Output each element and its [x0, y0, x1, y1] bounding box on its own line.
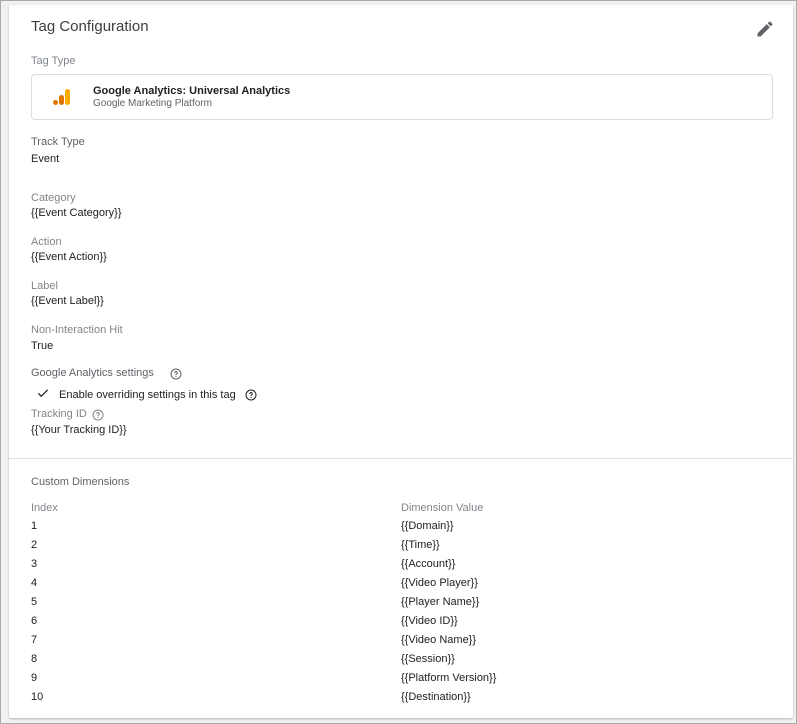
- help-circle-icon[interactable]: [170, 368, 182, 380]
- dimension-index: 5: [31, 596, 38, 608]
- dimension-value: {{Session}}: [401, 653, 455, 665]
- section-divider: [9, 458, 793, 459]
- ga-settings-label: Google Analytics settings: [31, 367, 154, 379]
- dimension-index: 4: [31, 577, 38, 589]
- tag-type-label: Tag Type: [31, 55, 76, 67]
- dimension-value: {{Video ID}}: [401, 615, 458, 627]
- track-type-label: Track Type: [31, 136, 85, 148]
- dimension-index: 7: [31, 634, 38, 646]
- category-label: Category: [31, 192, 76, 204]
- tracking-id-label: Tracking ID: [31, 408, 87, 420]
- tag-configuration-card: Tag Configuration Tag Type Google Analyt…: [9, 5, 793, 718]
- action-label: Action: [31, 236, 62, 248]
- tag-type-selector[interactable]: Google Analytics: Universal Analytics Go…: [31, 74, 773, 120]
- track-type-value: Event: [31, 153, 60, 165]
- non-interaction-label: Non-Interaction Hit: [31, 324, 123, 336]
- help-circle-icon[interactable]: [245, 389, 257, 401]
- google-analytics-icon: [53, 89, 70, 105]
- label-label: Label: [31, 280, 58, 292]
- window-frame: Tag Configuration Tag Type Google Analyt…: [0, 0, 797, 724]
- index-column-header: Index: [31, 502, 58, 514]
- dimension-index: 6: [31, 615, 38, 627]
- dimension-index: 9: [31, 672, 38, 684]
- dimension-index: 1: [31, 520, 38, 532]
- dimension-index: 3: [31, 558, 38, 570]
- action-value: {{Event Action}}: [31, 251, 107, 263]
- dimension-value: {{Destination}}: [401, 691, 471, 703]
- dimension-index: 2: [31, 539, 38, 551]
- dimension-value: {{Player Name}}: [401, 596, 480, 608]
- check-icon[interactable]: [36, 386, 50, 400]
- pencil-icon[interactable]: [755, 19, 775, 39]
- tag-type-platform: Google Marketing Platform: [93, 98, 212, 109]
- card-title: Tag Configuration: [31, 18, 149, 35]
- override-settings-label[interactable]: Enable overriding settings in this tag: [59, 389, 236, 401]
- custom-dimensions-heading: Custom Dimensions: [31, 476, 130, 488]
- category-value: {{Event Category}}: [31, 207, 122, 219]
- dimension-value: {{Time}}: [401, 539, 440, 551]
- dimension-value: {{Video Player}}: [401, 577, 478, 589]
- dimension-index: 8: [31, 653, 38, 665]
- dimension-value-column-header: Dimension Value: [401, 502, 484, 514]
- dimension-value: {{Video Name}}: [401, 634, 477, 646]
- dimension-value: {{Platform Version}}: [401, 672, 497, 684]
- non-interaction-value: True: [31, 340, 54, 352]
- tracking-id-value: {{Your Tracking ID}}: [31, 424, 127, 436]
- dimension-index: 10: [31, 691, 44, 703]
- dimension-value: {{Domain}}: [401, 520, 454, 532]
- help-circle-icon[interactable]: [92, 409, 104, 421]
- dimension-value: {{Account}}: [401, 558, 456, 570]
- label-value: {{Event Label}}: [31, 295, 104, 307]
- tag-type-name: Google Analytics: Universal Analytics: [93, 85, 291, 97]
